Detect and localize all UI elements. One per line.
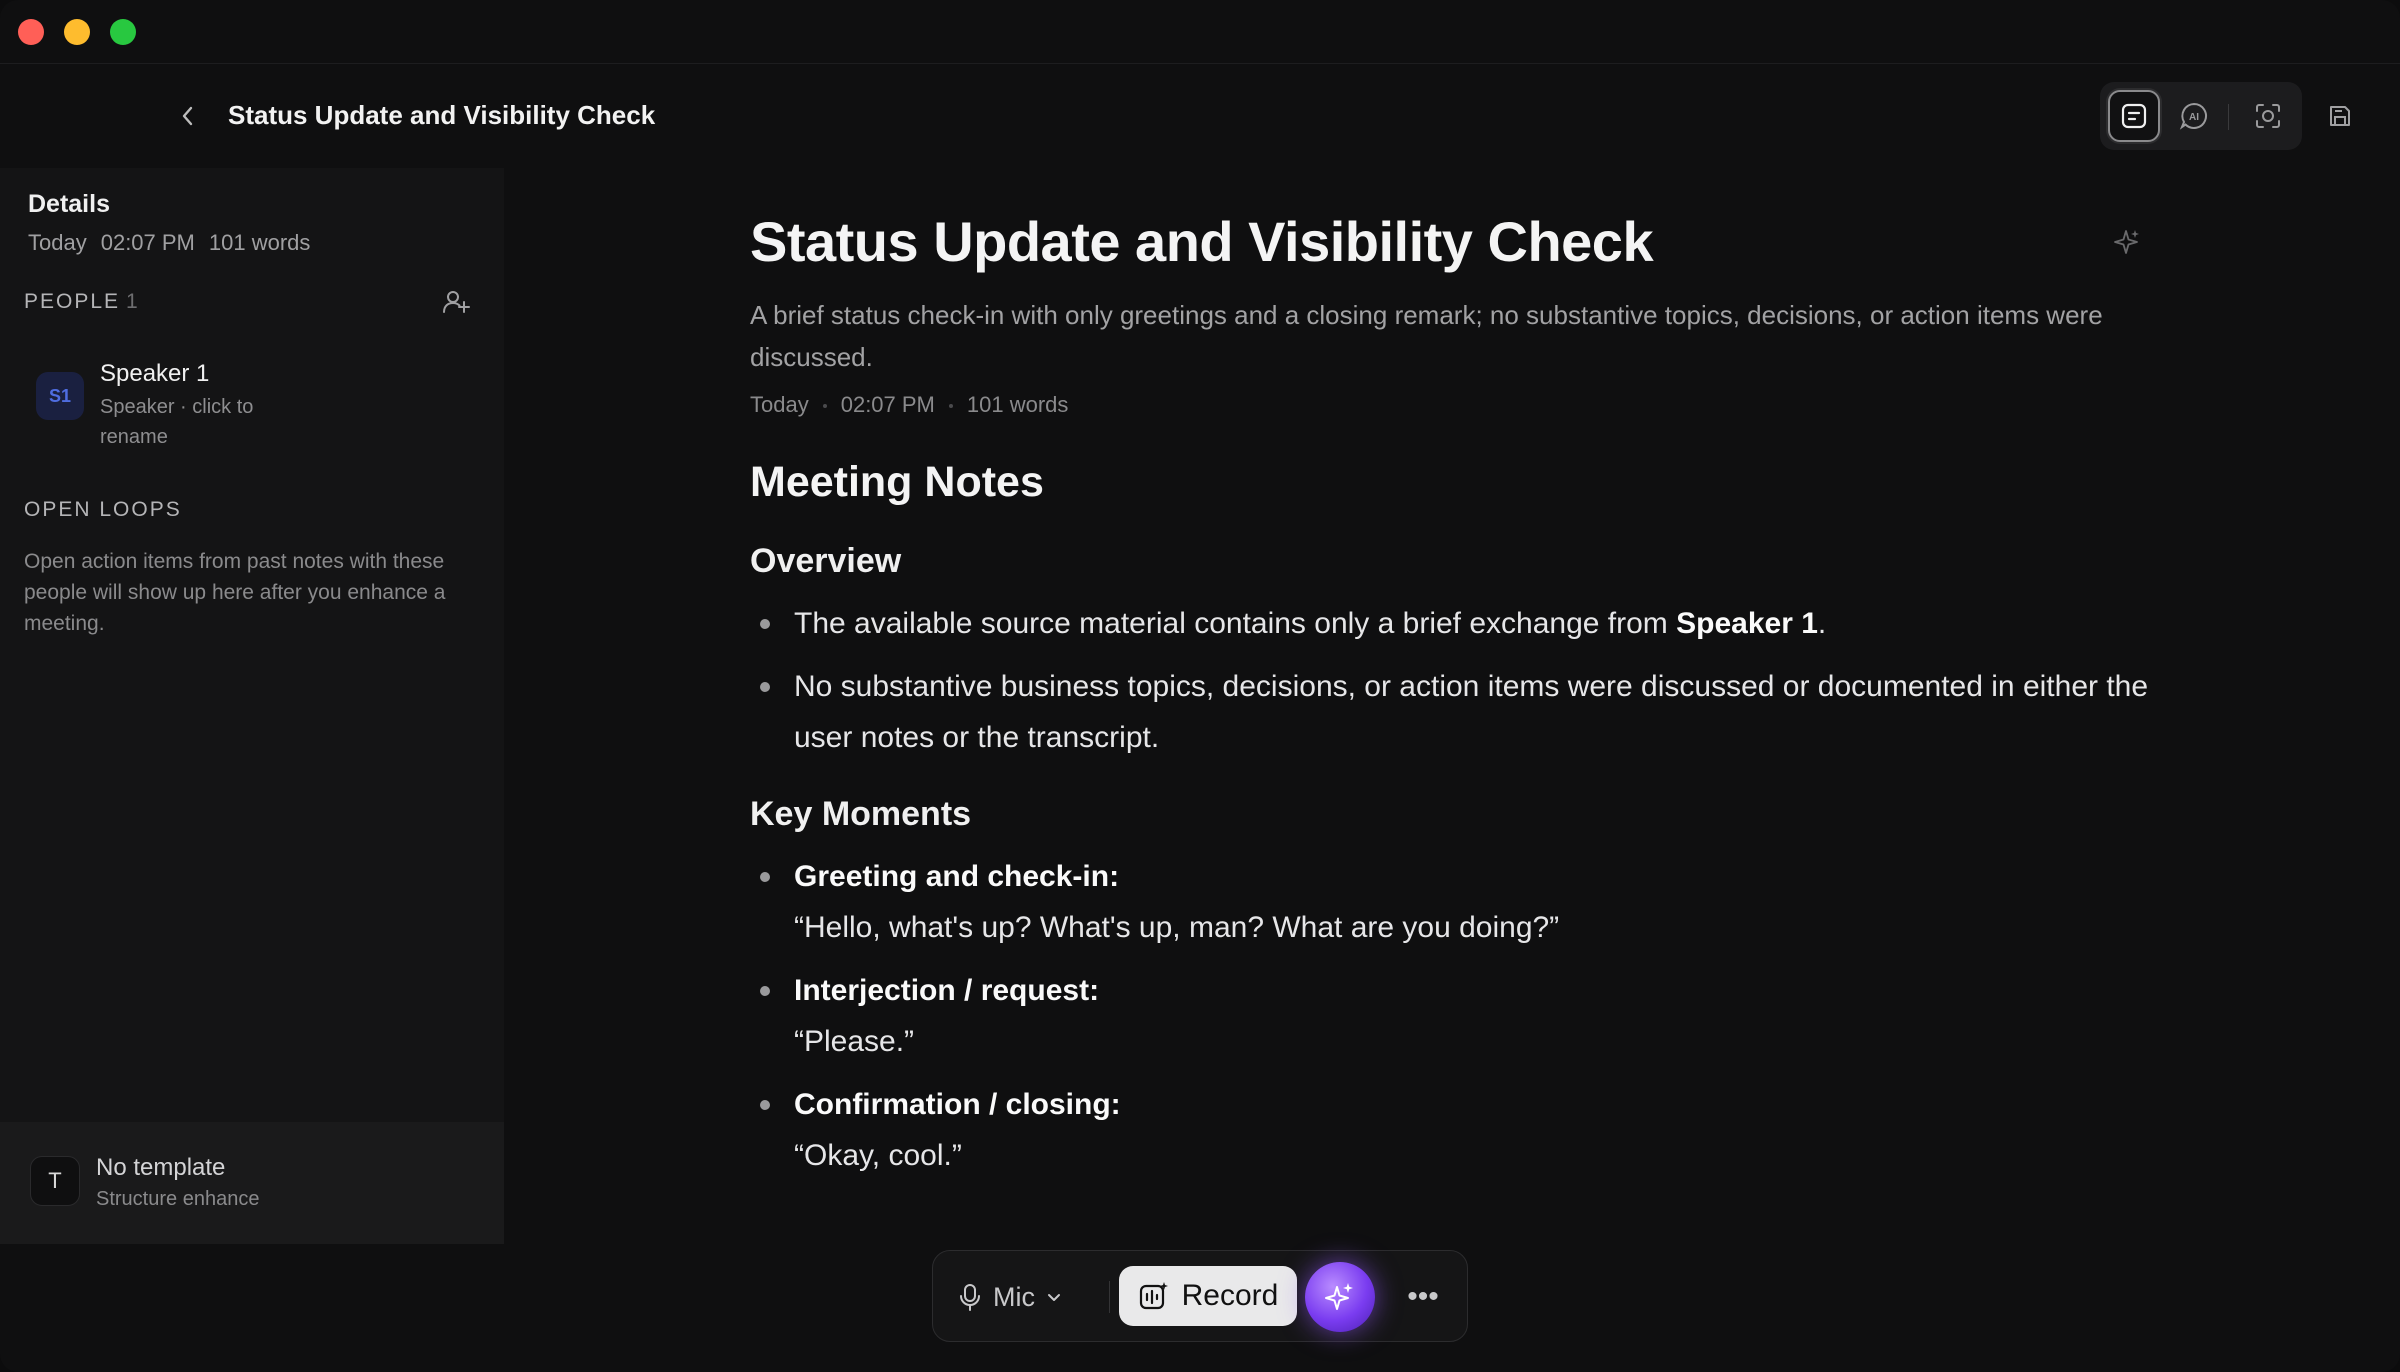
meeting-notes-heading: Meeting Notes	[750, 458, 1044, 506]
add-person-button[interactable]	[438, 284, 474, 320]
sparkle-icon	[2114, 230, 2139, 254]
overview-text-end: .	[1817, 607, 1827, 640]
note-words: 101 words	[966, 392, 1069, 417]
screenshot-button[interactable]	[2242, 90, 2294, 142]
ai-assistant-button[interactable]	[1305, 1262, 1375, 1332]
template-title: No template	[96, 1154, 226, 1181]
key-moments-heading: Key Moments	[750, 795, 972, 833]
note-content: Status Update and Visibility Check A bri…	[750, 210, 2150, 1193]
chevron-left-icon	[182, 106, 193, 126]
moment-quote: “Okay, cool.”	[794, 1139, 962, 1172]
close-window-button[interactable]	[18, 19, 44, 45]
list-item: No substantive business topics, decision…	[750, 661, 2150, 763]
toolbar-divider	[1109, 1281, 1110, 1313]
notes-view-button[interactable]	[2108, 90, 2160, 142]
people-section-label: PEOPLE 1	[24, 290, 138, 314]
people-label: PEOPLE	[24, 290, 121, 313]
overview-list: The available source material contains o…	[750, 598, 2150, 763]
view-switcher-divider	[2228, 104, 2229, 130]
more-options-button[interactable]: •••	[1403, 1277, 1443, 1317]
moment-label: Confirmation / closing:	[794, 1088, 1121, 1121]
list-item: Interjection / request: “Please.”	[750, 965, 2150, 1067]
top-bar-title: Status Update and Visibility Check	[228, 100, 656, 130]
record-waveform-icon	[1139, 1282, 1168, 1310]
add-person-icon	[443, 291, 470, 313]
speaker-avatar: S1	[36, 372, 84, 420]
note-summary: A brief status check-in with only greeti…	[750, 300, 2103, 372]
chevron-down-icon	[1048, 1294, 1060, 1301]
open-loops-label: OPEN LOOPS	[24, 498, 182, 521]
save-icon	[2330, 106, 2350, 126]
people-count: 1	[126, 290, 138, 313]
overview-heading: Overview	[750, 542, 902, 580]
app-window: Status Update and Visibility Check AI De…	[0, 0, 2400, 1372]
zoom-window-button[interactable]	[110, 19, 136, 45]
view-switcher: AI	[2100, 82, 2302, 150]
record-label: Record	[1181, 1279, 1279, 1312]
meta-time: 02:07 PM	[100, 230, 195, 255]
meta-separator	[822, 404, 827, 409]
moment-label: Interjection / request:	[794, 974, 1100, 1007]
minimize-window-button[interactable]	[64, 19, 90, 45]
open-loops-text: Open action items from past notes with t…	[24, 550, 446, 635]
microphone-icon	[960, 1284, 980, 1311]
details-meta: Today 02:07 PM 101 words	[28, 230, 324, 256]
notes-view-icon	[2121, 103, 2147, 129]
enhance-sparkle-button[interactable]	[2106, 222, 2146, 262]
mic-label: Mic	[993, 1281, 1035, 1312]
back-button[interactable]	[170, 96, 206, 136]
note-title[interactable]: Status Update and Visibility Check	[750, 210, 2150, 274]
details-sidebar: Details Today 02:07 PM 101 words PEOPLE 1 S…	[0, 168, 504, 1244]
template-subtitle: Structure enhance	[96, 1188, 260, 1210]
mic-selector[interactable]: Mic	[957, 1277, 1063, 1317]
moment-quote: “Please.”	[794, 1025, 915, 1058]
speaker-mention: Speaker 1	[1676, 607, 1818, 640]
details-heading: Details	[28, 190, 110, 218]
meta-date: Today	[28, 230, 87, 255]
speaker-name: Speaker 1	[100, 360, 210, 387]
save-button[interactable]	[2318, 94, 2362, 138]
note-date: Today	[750, 392, 809, 417]
screenshot-icon	[2256, 104, 2280, 128]
recording-toolbar: Mic Record •••	[932, 1250, 1468, 1342]
ai-chat-icon: AI	[2179, 102, 2207, 130]
title-bar	[0, 0, 2400, 64]
ai-chat-button[interactable]: AI	[2168, 90, 2220, 142]
list-item: Confirmation / closing: “Okay, cool.”	[750, 1079, 2150, 1181]
template-icon: T	[30, 1156, 80, 1206]
note-editor: Status Update and Visibility Check A bri…	[504, 168, 2400, 1244]
speaker-item[interactable]: S1 Speaker 1 Speaker · click to rename	[24, 350, 324, 450]
key-moments-list: Greeting and check-in: “Hello, what's up?…	[750, 851, 2150, 1181]
sparkle-icon	[1325, 1283, 1353, 1310]
svg-text:AI: AI	[2189, 112, 2199, 123]
record-button[interactable]: Record	[1119, 1266, 1297, 1326]
moment-label: Greeting and check-in:	[794, 860, 1120, 893]
moment-quote: “Hello, what's up? What's up, man? What …	[794, 911, 1560, 944]
meta-separator	[948, 404, 953, 409]
overview-text: The available source material contains o…	[794, 607, 1677, 640]
template-selector[interactable]: T No template Structure enhance	[0, 1122, 504, 1244]
list-item: The available source material contains o…	[750, 598, 2150, 649]
note-meta: Today 02:07 PM 101 words	[750, 392, 2150, 418]
meta-words: 101 words	[208, 230, 311, 255]
speaker-subtitle: Speaker · click to rename	[100, 396, 254, 448]
top-bar: Status Update and Visibility Check AI	[0, 64, 2400, 168]
list-item: Greeting and check-in: “Hello, what's up?…	[750, 851, 2150, 953]
note-time: 02:07 PM	[840, 392, 935, 417]
